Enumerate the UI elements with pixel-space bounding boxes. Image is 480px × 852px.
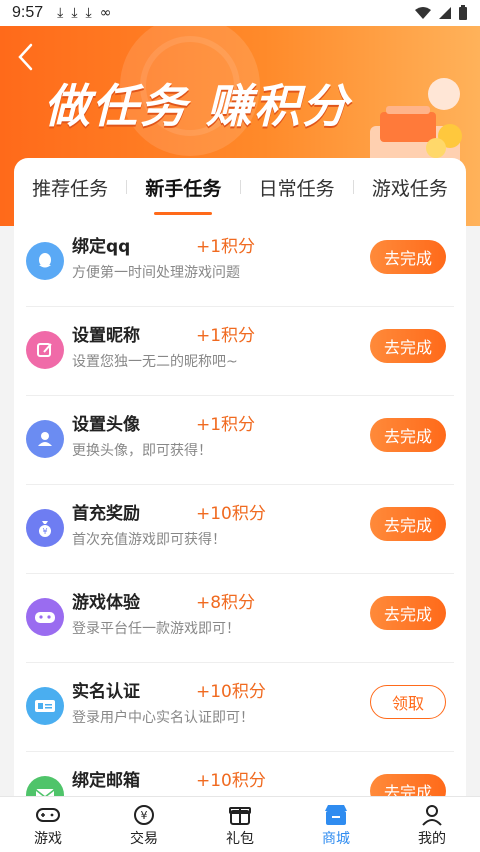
task-item: 游戏体验 +8积分 登录平台任一款游戏即可！ 去完成 (26, 574, 454, 663)
task-desc: 更换头像，即可获得！ (72, 443, 212, 459)
battery-icon (459, 5, 467, 20)
nav-label: 我的 (418, 830, 446, 847)
nav-item-profile[interactable]: 我的 (384, 797, 480, 852)
task-item: 设置昵称 +1积分 设置您独一无二的昵称吧~ 去完成 (26, 307, 454, 396)
task-name: 设置头像 (72, 415, 140, 435)
money-bag-icon: ¥ (26, 509, 64, 547)
task-desc: 登录平台任一款游戏即可！ (72, 621, 240, 637)
download-icon: ⤓ (71, 5, 78, 21)
task-points: +10积分 (196, 504, 266, 524)
task-card: 推荐任务 新手任务 日常任务 游戏任务 绑定qq +1积分 方便第一时间处理游戏… (14, 158, 466, 798)
trade-icon: ¥ (130, 802, 158, 828)
nav-item-games[interactable]: 游戏 (0, 797, 96, 852)
task-points: +8积分 (196, 593, 256, 613)
banner-title: 做任务 赚积分 (44, 79, 351, 133)
qq-icon (26, 242, 64, 280)
task-action-button[interactable]: 去完成 (370, 240, 446, 274)
tab-daily[interactable]: 日常任务 (241, 174, 353, 201)
gamepad-icon (34, 802, 62, 828)
task-name: 首充奖励 (72, 504, 140, 524)
task-name: 绑定qq (72, 237, 131, 257)
nav-label: 游戏 (34, 830, 62, 847)
task-desc: 登录用户中心实名认证即可！ (72, 710, 254, 726)
task-claim-button[interactable]: 领取 (370, 685, 446, 719)
task-item: 实名认证 +10积分 登录用户中心实名认证即可！ 领取 (26, 663, 454, 752)
task-name: 设置昵称 (72, 326, 140, 346)
id-card-icon (26, 687, 64, 725)
signal-icon (439, 7, 451, 19)
download-icon: ⤓ (85, 5, 92, 21)
task-action-button[interactable]: 去完成 (370, 507, 446, 541)
infinity-icon: ∞ (99, 5, 112, 21)
bottom-nav: 游戏 ¥ 交易 礼包 商城 我的 (0, 796, 480, 852)
wifi-icon (415, 7, 431, 19)
task-action-button[interactable]: 去完成 (370, 418, 446, 452)
task-points: +1积分 (196, 326, 256, 346)
gamepad-icon (26, 598, 64, 636)
gift-icon (226, 802, 254, 828)
task-points: +10积分 (196, 771, 266, 791)
tab-newbie[interactable]: 新手任务 (127, 174, 239, 215)
task-name: 绑定邮箱 (72, 771, 140, 791)
task-points: +1积分 (196, 415, 256, 435)
chevron-left-icon (18, 43, 33, 71)
mail-icon (26, 776, 64, 798)
store-icon (322, 802, 350, 828)
task-points: +1积分 (196, 237, 256, 257)
task-action-button[interactable]: 去完成 (370, 596, 446, 630)
task-item: ¥ 首充奖励 +10积分 首次充值游戏即可获得！ 去完成 (26, 485, 454, 574)
user-icon (418, 802, 446, 828)
task-action-button[interactable]: 去完成 (370, 774, 446, 798)
download-icon: ⤓ (57, 5, 64, 21)
svg-text:¥: ¥ (141, 809, 148, 822)
status-time: 9:57 (12, 4, 44, 21)
task-item: 绑定qq +1积分 方便第一时间处理游戏问题 去完成 (26, 218, 454, 307)
nav-item-gifts[interactable]: 礼包 (192, 797, 288, 852)
nav-item-trade[interactable]: ¥ 交易 (96, 797, 192, 852)
task-desc: 首次充值游戏即可获得！ (72, 532, 226, 548)
task-points: +10积分 (196, 682, 266, 702)
task-name: 实名认证 (72, 682, 140, 702)
svg-text:¥: ¥ (42, 527, 47, 536)
task-name: 游戏体验 (72, 593, 140, 613)
nav-label: 礼包 (226, 830, 254, 847)
task-list: 绑定qq +1积分 方便第一时间处理游戏问题 去完成 设置昵称 +1积分 设置您… (14, 218, 466, 798)
task-desc: 设置您独一无二的昵称吧~ (72, 354, 238, 370)
nav-label: 商城 (322, 830, 350, 847)
edit-icon (26, 331, 64, 369)
task-action-button[interactable]: 去完成 (370, 329, 446, 363)
status-bar: 9:57 ⤓ ⤓ ⤓ ∞ (0, 0, 480, 26)
nav-label: 交易 (130, 830, 158, 847)
task-desc: 方便第一时间处理游戏问题 (72, 265, 240, 281)
task-item: 绑定邮箱 +10积分 去完成 (26, 752, 454, 798)
tab-game[interactable]: 游戏任务 (354, 174, 466, 201)
task-tabs: 推荐任务 新手任务 日常任务 游戏任务 (14, 158, 466, 216)
task-item: 设置头像 +1积分 更换头像，即可获得！ 去完成 (26, 396, 454, 485)
avatar-icon (26, 420, 64, 458)
back-button[interactable] (12, 40, 38, 74)
tab-recommended[interactable]: 推荐任务 (14, 174, 126, 201)
nav-item-store[interactable]: 商城 (288, 797, 384, 852)
